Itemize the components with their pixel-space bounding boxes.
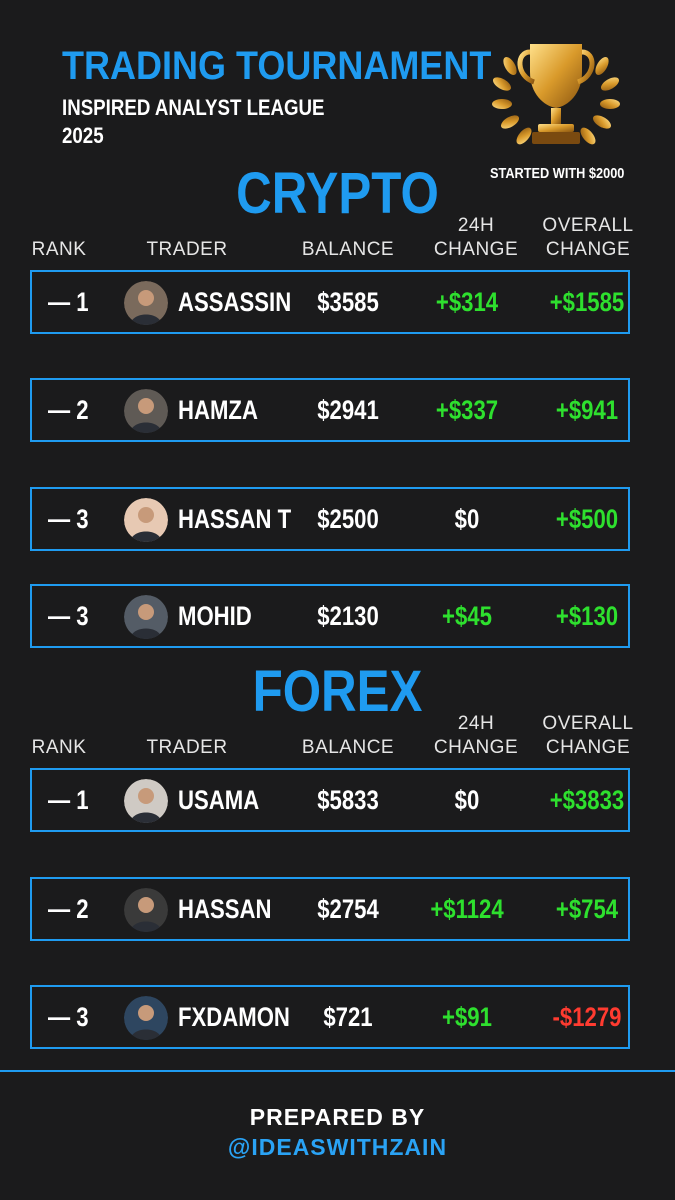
rank-header: RANK [31,239,87,260]
change-24h-value: +$1124 [430,894,504,924]
change-overall-value: +$754 [555,894,619,924]
change-overall-value: +$941 [555,395,619,425]
change-overall-value: +$130 [555,601,619,631]
balance-value: $2754 [317,894,379,924]
trophy-icon [492,44,620,145]
balance-value: $2941 [317,395,379,425]
change-24h-header: 24H CHANGE [433,713,519,758]
rank-value: — 3 [48,601,89,631]
change-overall-value: -$1279 [552,1002,622,1032]
rank-value: — 1 [48,785,89,815]
avatar [124,779,168,823]
trader-name: FXDAMON [178,1002,290,1032]
trader-name: HASSAN [178,894,272,924]
balance-value: $3585 [317,287,379,317]
change-overall-value: +$1585 [549,287,625,317]
rank-value: — 2 [48,395,89,425]
avatar [124,595,168,639]
author-handle: @IDEASWITHZAIN [227,1134,448,1160]
avatar [124,888,168,932]
avatar [124,281,168,325]
change-overall-value: +$3833 [549,785,625,815]
balance-value: $5833 [317,785,379,815]
rank-value: — 2 [48,894,89,924]
trader-name: HAMZA [178,395,258,425]
prepared-by-label: PREPARED BY [249,1104,426,1130]
change-24h-value: +$91 [442,1002,492,1032]
avatar [124,389,168,433]
rank-value: — 3 [48,504,89,534]
balance-value: $2500 [317,504,379,534]
leaderboard-row: — 3 HASSAN T $2500 $0 +$500 [30,487,630,551]
leaderboard-row: — 1 USAMA $5833 $0 +$3833 [30,768,630,832]
change-24h-value: $0 [454,785,480,815]
leaderboard-row: — 2 HASSAN $2754 +$1124 +$754 [30,877,630,941]
trader-name: MOHID [178,601,252,631]
footer-divider [0,1070,675,1072]
page-subtitle: INSPIRED ANALYST LEAGUE 2025 [62,95,325,148]
page-title: TRADING TOURNAMENT [62,44,492,88]
balance-header: BALANCE [301,737,395,758]
rank-value: — 1 [48,287,89,317]
trader-name: USAMA [178,785,260,815]
change-24h-value: +$45 [442,601,492,631]
balance-value: $2130 [317,601,379,631]
trader-name: ASSASSIN [178,287,292,317]
balance-value: $721 [323,1002,373,1032]
change-24h-header: 24H CHANGE [433,215,519,260]
rank-header: RANK [31,737,87,758]
leaderboard-row: — 3 MOHID $2130 +$45 +$130 [30,584,630,648]
change-24h-value: +$337 [435,395,499,425]
leaderboard-row: — 2 HAMZA $2941 +$337 +$941 [30,378,630,442]
change-24h-value: $0 [454,504,480,534]
change-overall-header: OVERALL CHANGE [542,713,634,758]
trader-header: TRADER [146,239,228,260]
leaderboard-row: — 3 FXDAMON $721 +$91 -$1279 [30,985,630,1049]
change-24h-value: +$314 [435,287,499,317]
trader-name: HASSAN T [178,504,292,534]
change-overall-header: OVERALL CHANGE [542,215,634,260]
change-overall-value: +$500 [555,504,619,534]
rank-value: — 3 [48,1002,89,1032]
trader-header: TRADER [146,737,228,758]
balance-header: BALANCE [301,239,395,260]
avatar [124,498,168,542]
leaderboard-row: — 1 ASSASSIN $3585 +$314 +$1585 [30,270,630,334]
avatar [124,996,168,1040]
